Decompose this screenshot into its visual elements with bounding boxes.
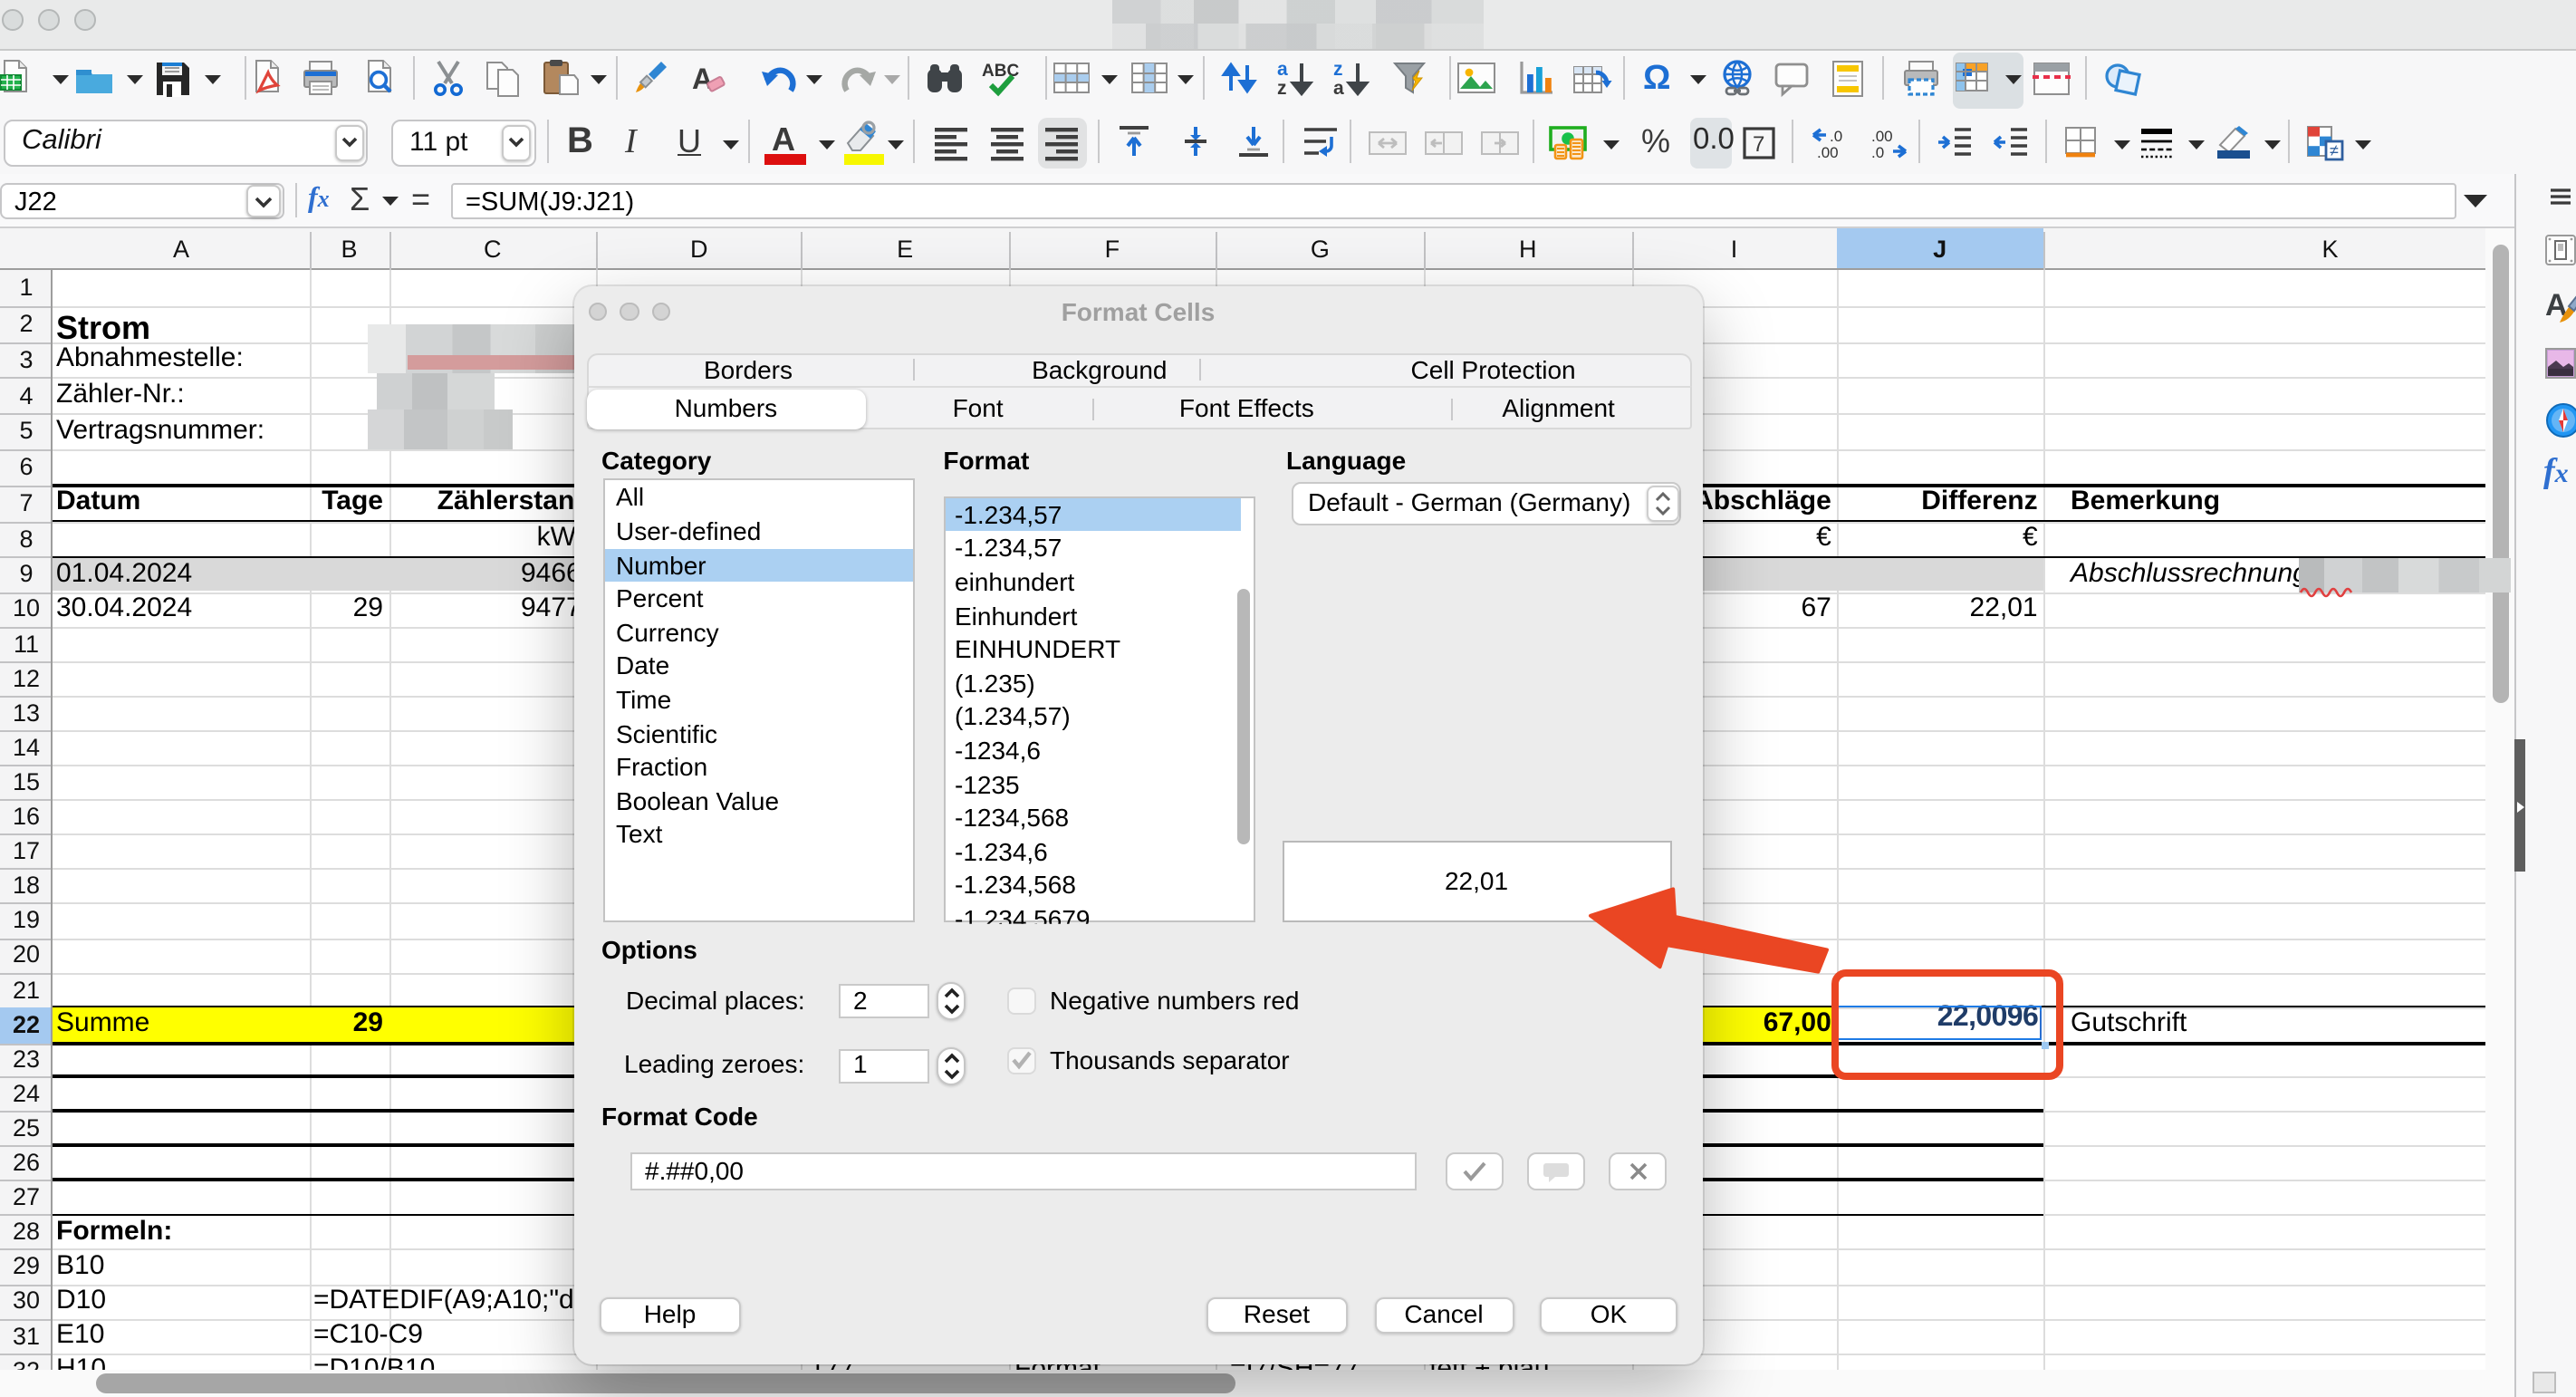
svg-text:a: a — [1334, 78, 1345, 99]
svg-text:≠: ≠ — [2331, 140, 2340, 159]
svg-text:.00: .00 — [1817, 144, 1839, 161]
svg-text:a: a — [1278, 59, 1289, 80]
svg-text:7: 7 — [1753, 131, 1764, 156]
svg-text:.0: .0 — [1830, 128, 1842, 145]
svg-text:.0: .0 — [1871, 144, 1884, 161]
svg-text:z: z — [1334, 59, 1344, 80]
svg-text:.00: .00 — [1871, 128, 1893, 145]
svg-text:z: z — [1278, 78, 1288, 99]
